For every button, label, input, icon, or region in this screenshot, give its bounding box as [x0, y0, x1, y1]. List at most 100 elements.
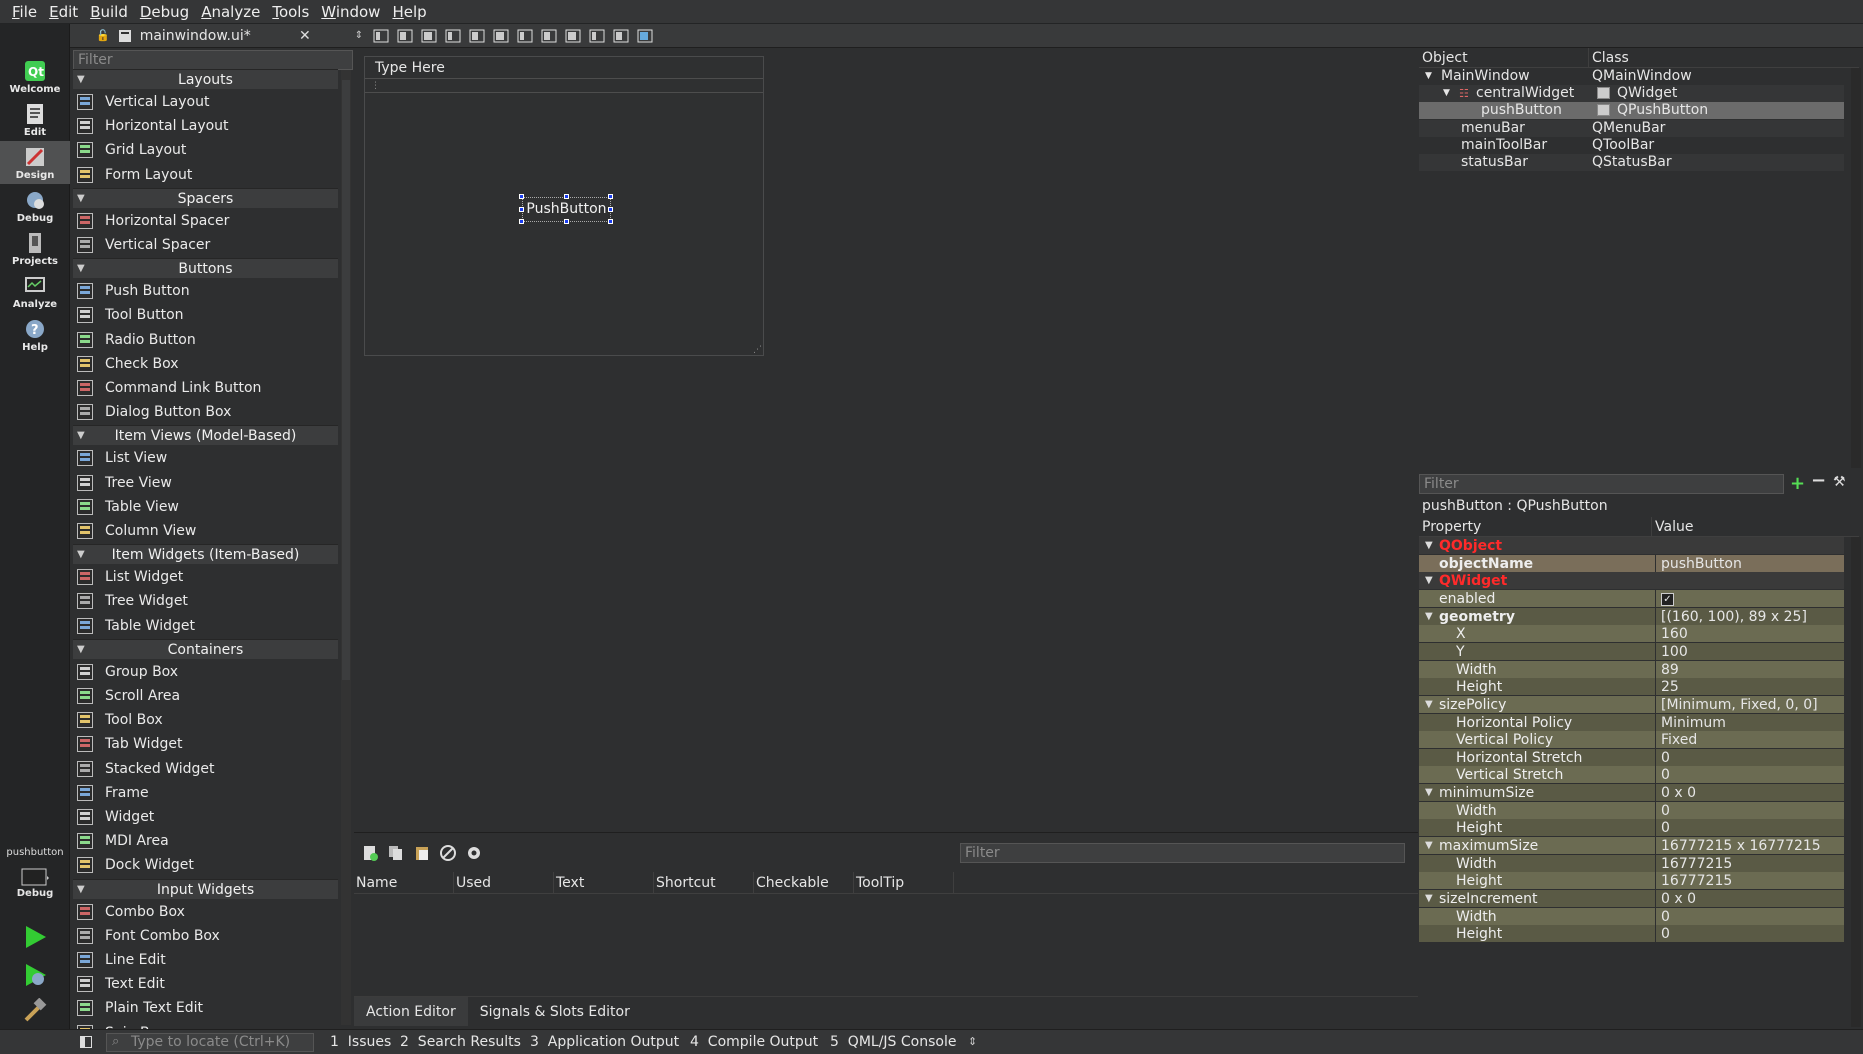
property-expand-arrow-icon[interactable]: ▼ — [1425, 837, 1433, 855]
widget-item-vertical-spacer[interactable]: Vertical Spacer — [73, 233, 338, 257]
object-inspector-scrollbar[interactable] — [1851, 68, 1861, 468]
break-layout-icon[interactable] — [613, 28, 629, 44]
layout-grid-icon[interactable] — [589, 28, 605, 44]
menu-debug[interactable]: Debug — [134, 3, 195, 21]
widget-item-table-widget[interactable]: Table Widget — [73, 614, 338, 638]
property-row[interactable]: Height 16777215 — [1419, 872, 1844, 891]
property-expand-arrow-icon[interactable]: ▼ — [1425, 608, 1433, 626]
property-row[interactable]: Horizontal Stretch 0 — [1419, 748, 1844, 767]
property-value[interactable]: 100 — [1655, 642, 1844, 661]
widget-item-tool-button[interactable]: Tool Button — [73, 303, 338, 327]
property-value[interactable]: 0 — [1655, 819, 1844, 838]
mode-projects[interactable]: Projects — [0, 227, 70, 270]
column-shortcut[interactable]: Shortcut — [654, 872, 754, 893]
property-row[interactable]: Height 25 — [1419, 678, 1844, 697]
widget-category-item-widgets-item-based[interactable]: ▼ Item Widgets (Item-Based) — [73, 544, 338, 565]
widget-item-widget[interactable]: Widget — [73, 805, 338, 829]
file-dropdown-icon[interactable]: ⇕ — [355, 30, 363, 41]
property-row[interactable]: Height 0 — [1419, 819, 1844, 838]
property-expand-arrow-icon[interactable]: ▼ — [1425, 537, 1433, 555]
layout-vertical-icon[interactable] — [493, 28, 509, 44]
widget-item-command-link-button[interactable]: Command Link Button — [73, 376, 338, 400]
property-row[interactable]: ▼ geometry [(160, 100), 89 x 25] — [1419, 607, 1844, 626]
widget-item-tab-widget[interactable]: Tab Widget — [73, 732, 338, 756]
toggle-sidebar-icon[interactable] — [80, 1036, 92, 1048]
close-document-icon[interactable]: ✕ — [299, 28, 311, 44]
widget-category-buttons[interactable]: ▼ Buttons — [73, 258, 338, 279]
collapse-arrow-icon[interactable]: ▼ — [77, 70, 85, 90]
collapse-arrow-icon[interactable]: ▼ — [77, 189, 85, 209]
column-tooltip[interactable]: ToolTip — [854, 872, 954, 893]
widget-item-tree-view[interactable]: Tree View — [73, 471, 338, 495]
resize-handle[interactable] — [519, 219, 524, 224]
resize-handle[interactable] — [608, 207, 613, 212]
widget-item-horizontal-spacer[interactable]: Horizontal Spacer — [73, 209, 338, 233]
widget-item-list-view[interactable]: List View — [73, 446, 338, 470]
collapse-arrow-icon[interactable]: ▼ — [77, 545, 85, 565]
resize-handle[interactable] — [519, 194, 524, 199]
menu-window[interactable]: Window — [315, 3, 386, 21]
edit-buddies-icon[interactable] — [421, 28, 437, 44]
property-value[interactable]: 16777215 — [1655, 872, 1844, 891]
property-expand-arrow-icon[interactable]: ▼ — [1425, 890, 1433, 908]
delete-action-icon[interactable] — [440, 845, 456, 861]
build-hammer-icon[interactable] — [22, 997, 48, 1028]
column-value[interactable]: Value — [1652, 517, 1693, 536]
tree-expand-arrow-icon[interactable]: ▼ — [1425, 68, 1432, 85]
widget-category-layouts[interactable]: ▼ Layouts — [73, 69, 338, 89]
property-value[interactable]: 0 — [1655, 907, 1844, 926]
output-tab-4[interactable]: 4 Compile Output — [690, 1030, 818, 1054]
column-property[interactable]: Property — [1419, 517, 1652, 536]
resize-handle[interactable] — [608, 219, 613, 224]
property-row[interactable]: ▼ sizePolicy [Minimum, Fixed, 0, 0] — [1419, 695, 1844, 714]
column-used[interactable]: Used — [454, 872, 554, 893]
property-value[interactable]: 25 — [1655, 678, 1844, 697]
column-class[interactable]: Class — [1589, 48, 1629, 67]
property-value[interactable]: 16777215 x 16777215 — [1655, 837, 1844, 856]
run-debug-icon[interactable] — [22, 962, 48, 992]
widget-item-tool-box[interactable]: Tool Box — [73, 708, 338, 732]
property-row[interactable]: Height 0 — [1419, 925, 1844, 944]
enabled-checkbox[interactable]: ✓ — [1655, 589, 1844, 608]
locator-input[interactable]: Type to locate (Ctrl+K) — [106, 1033, 314, 1052]
widget-item-form-layout[interactable]: Form Layout — [73, 163, 338, 187]
widget-item-push-button[interactable]: Push Button — [73, 279, 338, 303]
resize-handle[interactable] — [519, 207, 524, 212]
widget-item-horizontal-layout[interactable]: Horizontal Layout — [73, 114, 338, 138]
property-expand-arrow-icon[interactable]: ▼ — [1425, 784, 1433, 802]
widget-item-grid-layout[interactable]: Grid Layout — [73, 138, 338, 162]
mode-debug[interactable]: Debug — [0, 184, 70, 227]
lock-icon[interactable]: 🔓 — [96, 29, 110, 42]
tree-expand-arrow-icon[interactable]: ▼ — [1443, 85, 1450, 102]
widget-item-table-view[interactable]: Table View — [73, 495, 338, 519]
menu-help[interactable]: Help — [386, 3, 432, 21]
object-tree-row[interactable]: ▼ MainWindow QMainWindow — [1419, 68, 1844, 85]
object-tree-row[interactable]: mainToolBar QToolBar — [1419, 137, 1844, 154]
output-tab-1[interactable]: 1 Issues — [330, 1030, 391, 1054]
collapse-arrow-icon[interactable]: ▼ — [77, 259, 85, 279]
property-value[interactable]: Minimum — [1655, 713, 1844, 732]
output-tab-5[interactable]: 5 QML/JS Console — [830, 1030, 956, 1054]
widget-category-spacers[interactable]: ▼ Spacers — [73, 187, 338, 209]
property-value[interactable]: 0 — [1655, 766, 1844, 785]
new-action-icon[interactable] — [362, 845, 378, 861]
property-value[interactable]: [Minimum, Fixed, 0, 0] — [1655, 695, 1844, 714]
widget-item-text-edit[interactable]: Text Edit — [73, 972, 338, 996]
target-selector[interactable]: Debug — [0, 864, 70, 908]
property-value[interactable]: [(160, 100), 89 x 25] — [1655, 607, 1844, 626]
copy-action-icon[interactable] — [388, 845, 404, 861]
widget-item-stacked-widget[interactable]: Stacked Widget — [73, 757, 338, 781]
adjust-size-icon[interactable] — [637, 28, 653, 44]
column-text[interactable]: Text — [554, 872, 654, 893]
widget-item-check-box[interactable]: Check Box — [73, 352, 338, 376]
property-value[interactable]: pushButton — [1655, 554, 1844, 573]
form-menu-type-here[interactable]: Type Here — [365, 57, 763, 79]
property-row[interactable]: Width 89 — [1419, 660, 1844, 679]
property-row[interactable]: X 160 — [1419, 625, 1844, 644]
property-value[interactable]: 89 — [1655, 660, 1844, 679]
wrench-icon[interactable]: ⚒ — [1833, 474, 1846, 490]
collapse-arrow-icon[interactable]: ▼ — [77, 426, 85, 446]
widget-item-plain-text-edit[interactable]: Plain Text Edit — [73, 996, 338, 1020]
layout-horizontal-splitter-icon[interactable] — [517, 28, 533, 44]
widget-item-vertical-layout[interactable]: Vertical Layout — [73, 90, 338, 114]
